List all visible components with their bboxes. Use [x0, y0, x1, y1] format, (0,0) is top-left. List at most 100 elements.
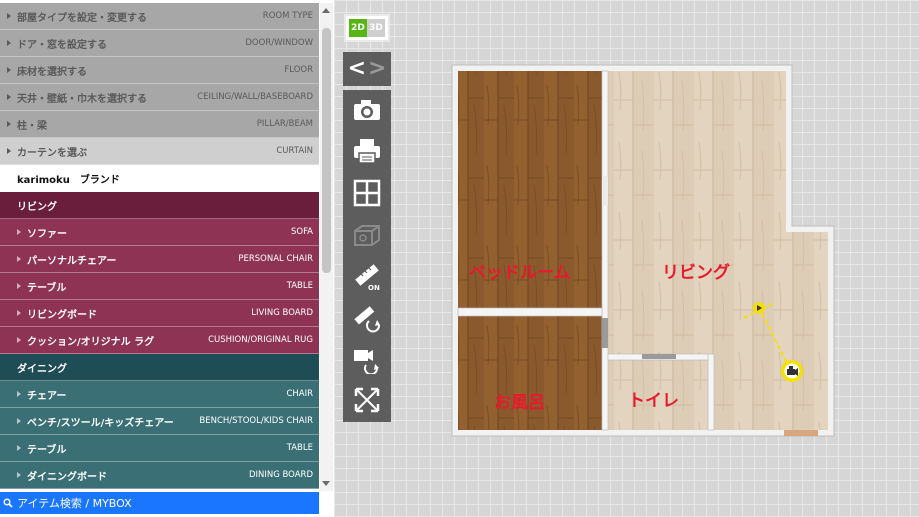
ruler-rotate-icon: [354, 306, 380, 333]
brand-label: karimoku ブランド: [17, 174, 120, 186]
triangle-right-icon: [17, 256, 21, 262]
svg-text:ON: ON: [368, 284, 380, 291]
menu-item-living-board[interactable]: リビングボード LIVING BOARD: [0, 300, 319, 327]
sidebar: 部屋タイプを設定・変更する ROOM TYPE ドア・窓を設定する DOOR/W…: [0, 0, 334, 517]
menu-item-label: カーテンを選ぶ: [17, 147, 87, 159]
camera-rotate-button[interactable]: [343, 339, 391, 379]
category-dining[interactable]: ダイニング: [0, 354, 319, 381]
menu-item-en-label: CURTAIN: [276, 146, 313, 156]
brand-header: karimoku ブランド: [0, 165, 319, 192]
menu-item-en-label: PERSONAL CHAIR: [238, 254, 313, 264]
category-label: リビング: [17, 201, 57, 213]
room-label-living: リビング: [662, 263, 730, 283]
layout-button[interactable]: [343, 173, 391, 213]
menu-item-en-label: DINING BOARD: [248, 470, 313, 480]
menu-item-sofa[interactable]: ソファー SOFA: [0, 219, 319, 246]
print-button[interactable]: [343, 131, 391, 171]
fit-screen-button[interactable]: [343, 380, 391, 420]
menu-item-bench-stool[interactable]: ベンチ/スツール/キッズチェアー BENCH/STOOL/KIDS CHAIR: [0, 408, 319, 435]
floor-plan: [451, 64, 835, 437]
search-label: アイテム検索 / MYBOX: [17, 497, 132, 510]
menu-item-cushion-rug[interactable]: クッション/オリジナル ラグ CUSHION/ORIGINAL RUG: [0, 327, 319, 354]
menu-item-label: 柱・梁: [17, 120, 47, 132]
menu-item-room-type[interactable]: 部屋タイプを設定・変更する ROOM TYPE: [0, 3, 319, 30]
triangle-right-icon: [17, 391, 21, 397]
view-mode-toggle[interactable]: 2D 3D: [344, 14, 390, 42]
grid-layout-icon: [353, 179, 381, 207]
triangle-right-icon: [7, 148, 11, 154]
menu-item-en-label: TABLE: [286, 281, 313, 291]
camera-position-marker[interactable]: [778, 357, 806, 385]
fit-screen-icon: [354, 387, 380, 413]
triangle-right-icon: [7, 40, 11, 46]
measure-rotate-button[interactable]: [343, 298, 391, 338]
menu-item-en-label: CUSHION/ORIGINAL RUG: [208, 335, 313, 345]
triangle-right-icon: [17, 337, 21, 343]
ruler-on-icon: ON: [355, 264, 380, 291]
menu-item-label: ソファー: [27, 228, 67, 240]
menu-item-label: ドア・窓を設定する: [17, 39, 107, 51]
menu-item-en-label: TABLE: [286, 443, 313, 453]
menu-item-en-label: FLOOR: [284, 65, 313, 75]
scroll-thumb[interactable]: [322, 28, 331, 273]
menu-item-dining-table[interactable]: テーブル TABLE: [0, 435, 319, 462]
tool-panel: ON: [343, 90, 391, 422]
menu-item-en-label: BENCH/STOOL/KIDS CHAIR: [199, 416, 313, 426]
menu-item-curtain[interactable]: カーテンを選ぶ CURTAIN: [0, 138, 319, 165]
menu: 部屋タイプを設定・変更する ROOM TYPE ドア・窓を設定する DOOR/W…: [0, 3, 319, 489]
triangle-right-icon: [7, 13, 11, 19]
view-2d-button[interactable]: 2D: [349, 19, 367, 37]
menu-item-en-label: CHAIR: [286, 389, 313, 399]
menu-item-en-label: DOOR/WINDOW: [245, 38, 313, 48]
category-label: ダイニング: [17, 363, 67, 375]
menu-item-personal-chair[interactable]: パーソナルチェアー PERSONAL CHAIR: [0, 246, 319, 273]
menu-item-en-label: SOFA: [290, 227, 313, 237]
category-living[interactable]: リビング: [0, 192, 319, 219]
menu-item-floor[interactable]: 床材を選択する FLOOR: [0, 57, 319, 84]
menu-item-door-window[interactable]: ドア・窓を設定する DOOR/WINDOW: [0, 30, 319, 57]
menu-item-chair[interactable]: チェアー CHAIR: [0, 381, 319, 408]
menu-item-label: リビングボード: [27, 309, 97, 321]
measure-on-button[interactable]: ON: [343, 256, 391, 296]
triangle-right-icon: [17, 445, 21, 451]
redo-button[interactable]: >: [368, 58, 386, 80]
menu-item-dining-board[interactable]: ダイニングボード DINING BOARD: [0, 462, 319, 489]
menu-item-living-table[interactable]: テーブル TABLE: [0, 273, 319, 300]
menu-item-label: 部屋タイプを設定・変更する: [17, 12, 147, 24]
menu-item-label: 天井・壁紙・巾木を選択する: [17, 93, 147, 105]
menu-item-label: パーソナルチェアー: [27, 255, 117, 267]
room-label-bath: お風呂: [494, 393, 545, 413]
room-label-toilet: トイレ: [628, 391, 679, 411]
triangle-right-icon: [17, 229, 21, 235]
menu-item-pillar-beam[interactable]: 柱・梁 PILLAR/BEAM: [0, 111, 319, 138]
triangle-right-icon: [7, 94, 11, 100]
menu-item-en-label: CEILING/WALL/BASEBOARD: [197, 92, 313, 102]
camera-icon: [354, 100, 380, 120]
floor-plan-canvas[interactable]: 2D 3D < > ON ベッドルーム リビング お風呂 トイレ: [334, 0, 919, 517]
search-icon: [3, 498, 13, 508]
item-search-button[interactable]: アイテム検索 / MYBOX: [0, 492, 319, 514]
sidebar-scrollbar[interactable]: [320, 3, 333, 491]
menu-item-label: テーブル: [27, 444, 67, 456]
triangle-right-icon: [17, 310, 21, 316]
room-label-bedroom: ベッドルーム: [469, 263, 571, 283]
menu-item-en-label: ROOM TYPE: [262, 11, 313, 21]
undo-button[interactable]: <: [348, 58, 366, 80]
menu-item-ceiling-wall[interactable]: 天井・壁紙・巾木を選択する CEILING/WALL/BASEBOARD: [0, 84, 319, 111]
scroll-down-icon[interactable]: [322, 481, 330, 486]
menu-item-label: クッション/オリジナル ラグ: [27, 336, 155, 348]
menu-item-label: テーブル: [27, 282, 67, 294]
triangle-right-icon: [17, 283, 21, 289]
menu-item-label: 床材を選択する: [17, 66, 87, 78]
camera-target-handle[interactable]: [751, 298, 771, 318]
scroll-up-icon[interactable]: [322, 8, 330, 13]
print-icon: [354, 139, 380, 164]
triangle-right-icon: [17, 418, 21, 424]
3d-view-button[interactable]: [343, 215, 391, 255]
camera-button[interactable]: [343, 90, 391, 130]
view-3d-button[interactable]: 3D: [367, 19, 385, 37]
triangle-right-icon: [17, 472, 21, 478]
history-controls: < >: [343, 52, 391, 86]
menu-item-en-label: PILLAR/BEAM: [256, 119, 313, 129]
camera-rotate-icon: [354, 350, 379, 374]
